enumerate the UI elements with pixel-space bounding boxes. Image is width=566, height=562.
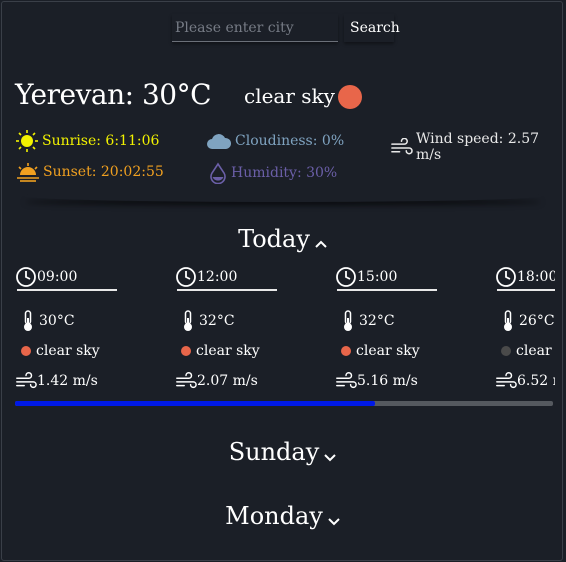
clock-icon (496, 267, 516, 287)
forecast-desc-text: clear sky (356, 343, 420, 359)
wind-icon (176, 372, 197, 389)
forecast-desc-text: clear sky (36, 343, 100, 359)
thermometer-icon (184, 310, 192, 331)
chevron-up-icon (314, 227, 328, 255)
condition-icon (341, 346, 351, 356)
forecast-temp-text: 30°C (39, 313, 75, 329)
condition-icon (501, 346, 511, 356)
wind-speed-detail: Wind speed: 2.57 m/s (390, 131, 562, 163)
forecast-temp-text: 32°C (359, 313, 395, 329)
sunset-detail: Sunset: 20:02:55 (16, 162, 164, 182)
forecast-wind: 2.07 m/s (175, 372, 258, 390)
condition-icon (181, 346, 191, 356)
wind-speed-text: Wind speed: 2.57 m/s (415, 131, 540, 163)
humidity-detail: Humidity: 30% (208, 162, 337, 184)
time-underline (177, 289, 277, 291)
clock-icon (176, 267, 196, 287)
condition-icon (21, 346, 31, 356)
forecast-desc-text: clear sky (196, 343, 260, 359)
chevron-down-icon (327, 504, 341, 532)
forecast-wind: 6.52 r (495, 372, 555, 390)
forecast-temp-text: 26°C (519, 313, 555, 329)
city-search-input[interactable] (172, 14, 338, 42)
forecast-desc: clear sky (181, 343, 260, 359)
forecast-temp: 32°C (181, 310, 235, 332)
weather-app: Search Yerevan: 30°C clear sky Sunrise: … (1, 1, 563, 561)
humidity-text: Humidity: 30% (231, 165, 338, 181)
forecast-time-text: 15:00 (357, 269, 398, 285)
scrollbar-thumb[interactable] (15, 401, 376, 406)
forecast-time-text: 09:00 (37, 269, 78, 285)
sun-icon (16, 130, 38, 152)
sunrise-text: Sunrise: 6:11:06 (42, 133, 160, 149)
thermometer-icon (504, 310, 512, 331)
forecast-time-text: 12:00 (197, 269, 238, 285)
forecast-time: 15:00 (335, 266, 397, 288)
search-bar: Search (172, 14, 400, 44)
time-underline (17, 289, 117, 291)
forecast-wind: 1.42 m/s (15, 372, 98, 390)
day-label-monday: Monday (225, 502, 323, 530)
forecast-desc: clear sky (21, 343, 100, 359)
wind-icon (16, 372, 37, 389)
forecast-scrollbar[interactable] (15, 401, 553, 406)
forecast-time: 18:00 (495, 266, 555, 288)
day-label-sunday: Sunday (228, 438, 320, 466)
thermometer-icon (344, 310, 352, 331)
forecast-temp-text: 32°C (199, 313, 235, 329)
cloud-icon (207, 134, 232, 149)
day-label-today: Today (238, 225, 310, 253)
forecast-wind-text: 6.52 r (517, 373, 555, 389)
forecast-wind-text: 5.16 m/s (357, 373, 418, 389)
cloudiness-text: Cloudiness: 0% (235, 133, 345, 149)
time-underline (497, 289, 555, 291)
time-underline (337, 289, 437, 291)
day-header-sunday[interactable]: Sunday (2, 438, 562, 468)
wind-icon (336, 372, 357, 389)
forecast-slot: 18:00 26°C clear s 6.52 r (495, 264, 555, 394)
search-button[interactable]: Search (344, 14, 400, 42)
thermometer-icon (24, 310, 32, 331)
forecast-slot: 15:00 32°C clear sky 5.16 m/s (335, 264, 485, 394)
chevron-down-icon (323, 440, 337, 468)
forecast-wind-text: 1.42 m/s (37, 373, 98, 389)
city-temperature: Yerevan: 30°C (15, 78, 212, 111)
forecast-temp: 26°C (501, 310, 555, 332)
cloudiness-detail: Cloudiness: 0% (206, 132, 344, 150)
hourly-forecast-strip[interactable]: 09:00 30°C clear sky 1.42 m/s 12:00 32°C… (15, 264, 555, 394)
wind-icon (391, 138, 413, 155)
forecast-time: 09:00 (15, 266, 77, 288)
forecast-desc: clear s (501, 343, 555, 359)
forecast-slot: 12:00 32°C clear sky 2.07 m/s (175, 264, 325, 394)
weather-condition: clear sky (244, 84, 335, 108)
day-header-today[interactable]: Today (2, 225, 562, 255)
forecast-slot: 09:00 30°C clear sky 1.42 m/s (15, 264, 165, 394)
forecast-desc: clear sky (341, 343, 420, 359)
forecast-wind: 5.16 m/s (335, 372, 418, 390)
forecast-time: 12:00 (175, 266, 237, 288)
sunset-icon (17, 163, 39, 182)
sunrise-detail: Sunrise: 6:11:06 (15, 130, 159, 152)
forecast-wind-text: 2.07 m/s (197, 373, 258, 389)
forecast-desc-text: clear s (516, 343, 555, 359)
droplet-icon (210, 162, 226, 184)
wind-icon (496, 372, 517, 389)
sunset-text: Sunset: 20:02:55 (43, 164, 164, 180)
section-divider (22, 190, 544, 202)
forecast-time-text: 18:00 (517, 269, 555, 285)
clock-icon (336, 267, 356, 287)
forecast-temp: 32°C (341, 310, 395, 332)
forecast-temp: 30°C (21, 310, 75, 332)
condition-icon (338, 85, 362, 109)
clock-icon (16, 267, 36, 287)
day-header-monday[interactable]: Monday (2, 502, 562, 532)
